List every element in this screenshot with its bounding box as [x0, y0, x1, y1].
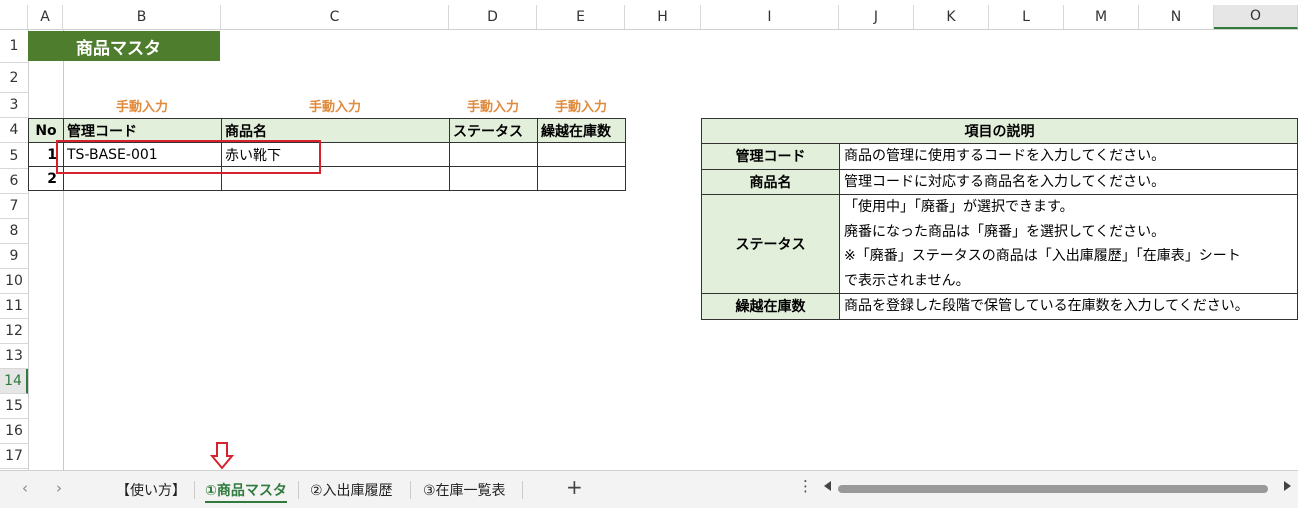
input-hint-name: 手動入力	[308, 99, 361, 115]
input-hint-status: 手動入力	[466, 99, 519, 115]
column-header-a[interactable]: A	[28, 5, 63, 29]
spreadsheet-grid[interactable]: A B C D E H I J K L M N O 1 2 3 4 5 6 7 …	[0, 0, 1298, 470]
row-header-7[interactable]: 7	[0, 194, 28, 219]
header-no[interactable]: No	[28, 118, 64, 143]
cell-stock[interactable]	[537, 142, 626, 167]
description-line: 「使用中」「廃番」が選択できます。	[844, 199, 1074, 215]
column-header-l[interactable]: L	[989, 5, 1064, 29]
header-divider	[0, 29, 1298, 30]
header-stock[interactable]: 繰越在庫数	[537, 118, 626, 143]
description-row: 管理コード 商品の管理に使用するコードを入力してください。	[701, 143, 1298, 170]
column-header-h[interactable]: H	[625, 5, 701, 29]
column-header-e[interactable]: E	[537, 5, 625, 29]
description-line: 商品の管理に使用するコードを入力してください。	[844, 148, 1166, 164]
description-line: 管理コードに対応する商品名を入力してください。	[844, 173, 1166, 190]
sheet-title: 商品マスタ	[28, 31, 220, 61]
tab-separator	[194, 481, 195, 499]
horizontal-scrollbar[interactable]	[838, 485, 1268, 493]
row-header-15[interactable]: 15	[0, 394, 28, 419]
highlight-box	[56, 140, 321, 174]
description-label[interactable]: 繰越在庫数	[701, 293, 840, 320]
description-row: 商品名 管理コードに対応する商品名を入力してください。	[701, 168, 1298, 195]
tab-separator	[410, 481, 411, 499]
row-header-5[interactable]: 5	[0, 143, 28, 169]
sheet-tab-bar: ‹ › 【使い方】 ①商品マスタ ②入出庫履歴 ③在庫一覧表 + ⋮	[0, 470, 1298, 508]
column-header-m[interactable]: M	[1064, 5, 1139, 29]
column-header-n[interactable]: N	[1139, 5, 1214, 29]
row-header-2[interactable]: 2	[0, 63, 28, 93]
more-options-icon[interactable]: ⋮	[798, 477, 813, 495]
select-all-corner[interactable]	[0, 5, 28, 29]
tab-usage[interactable]: 【使い方】	[116, 480, 186, 500]
description-text[interactable]: 管理コードに対応する商品名を入力してください。	[839, 168, 1298, 195]
next-sheet-button[interactable]: ›	[56, 479, 62, 497]
row-header-13[interactable]: 13	[0, 344, 28, 369]
description-line: 商品を登録した段階で保管している在庫数を入力してください。	[844, 298, 1249, 314]
row-header-11[interactable]: 11	[0, 294, 28, 319]
cell-status[interactable]	[449, 142, 538, 167]
row-header-17[interactable]: 17	[0, 444, 28, 469]
description-row: 繰越在庫数 商品を登録した段階で保管している在庫数を入力してください。	[701, 293, 1298, 320]
scroll-right-icon[interactable]	[1284, 481, 1291, 491]
row-header-14[interactable]: 14	[0, 369, 28, 394]
row-header-1[interactable]: 1	[0, 30, 28, 63]
header-code[interactable]: 管理コード	[63, 118, 222, 143]
field-description-table: 項目の説明 管理コード 商品の管理に使用するコードを入力してください。 商品名 …	[701, 118, 1298, 320]
row-header-16[interactable]: 16	[0, 419, 28, 444]
column-header-k[interactable]: K	[914, 5, 989, 29]
scroll-left-icon[interactable]	[824, 481, 831, 491]
description-title[interactable]: 項目の説明	[701, 118, 1298, 144]
header-name[interactable]: 商品名	[221, 118, 450, 143]
column-header-c[interactable]: C	[221, 5, 449, 29]
row-header-border	[28, 30, 29, 470]
description-line: ※「廃番」ステータスの商品は「入出庫履歴」「在庫表」シート	[844, 248, 1241, 264]
description-text[interactable]: 商品の管理に使用するコードを入力してください。	[839, 143, 1298, 170]
row-header-6[interactable]: 6	[0, 169, 28, 194]
tab-stock-list[interactable]: ③在庫一覧表	[423, 480, 506, 500]
header-status[interactable]: ステータス	[449, 118, 538, 143]
description-text[interactable]: 「使用中」「廃番」が選択できます。 廃番になった商品は「廃番」を選択してください…	[839, 194, 1298, 294]
row-header-10[interactable]: 10	[0, 269, 28, 294]
cell-status[interactable]	[449, 166, 538, 191]
add-sheet-button[interactable]: +	[566, 475, 583, 499]
description-text[interactable]: 商品を登録した段階で保管している在庫数を入力してください。	[839, 293, 1298, 320]
column-header-i[interactable]: I	[701, 5, 839, 29]
description-title-row: 項目の説明	[701, 118, 1298, 144]
description-label[interactable]: ステータス	[701, 194, 840, 294]
tab-separator	[522, 481, 523, 499]
prev-sheet-button[interactable]: ‹	[22, 479, 28, 497]
description-label[interactable]: 管理コード	[701, 143, 840, 170]
column-header-o[interactable]: O	[1214, 5, 1298, 29]
column-header-j[interactable]: J	[839, 5, 914, 29]
description-line: 廃番になった商品は「廃番」を選択してください。	[844, 223, 1166, 240]
row-header-4[interactable]: 4	[0, 118, 28, 143]
column-header-b[interactable]: B	[63, 5, 221, 29]
cell-stock[interactable]	[537, 166, 626, 191]
row-header-3[interactable]: 3	[0, 93, 28, 118]
description-label[interactable]: 商品名	[701, 168, 840, 195]
table-header-row: No 管理コード 商品名 ステータス 繰越在庫数	[28, 118, 626, 143]
input-hint-stock: 手動入力	[554, 99, 607, 115]
tab-stock-history[interactable]: ②入出庫履歴	[310, 480, 393, 500]
description-row: ステータス 「使用中」「廃番」が選択できます。 廃番になった商品は「廃番」を選択…	[701, 194, 1298, 294]
row-header-8[interactable]: 8	[0, 219, 28, 244]
row-header-9[interactable]: 9	[0, 244, 28, 269]
row-header-12[interactable]: 12	[0, 319, 28, 344]
tab-product-master[interactable]: ①商品マスタ	[205, 480, 287, 503]
description-line: で表示されません。	[844, 272, 970, 289]
column-header-d[interactable]: D	[449, 5, 537, 29]
input-hint-code: 手動入力	[115, 99, 168, 115]
tab-separator	[298, 481, 299, 499]
down-arrow-icon	[210, 442, 234, 470]
